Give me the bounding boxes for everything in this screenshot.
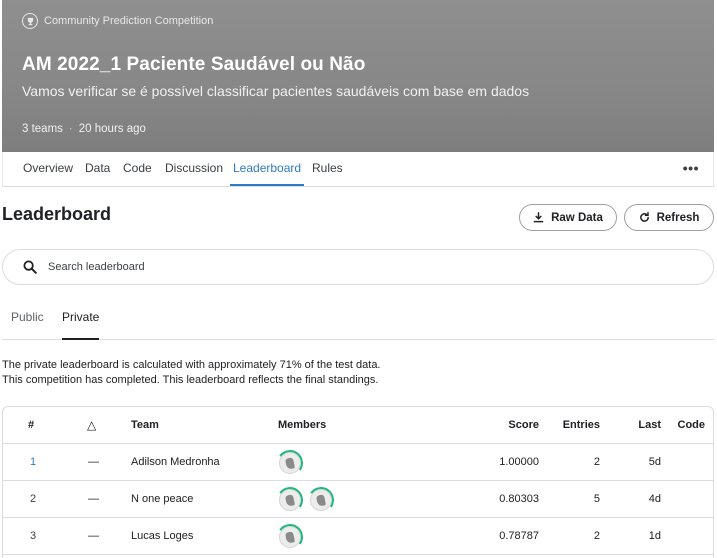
- tab-leaderboard[interactable]: Leaderboard: [230, 152, 305, 186]
- row-delta: —: [88, 456, 99, 468]
- leaderboard-scope-tabs: Public Private: [2, 304, 714, 340]
- row-rank: 3: [30, 530, 37, 542]
- competition-header: Community Prediction Competition AM 2022…: [2, 0, 714, 152]
- table-row[interactable]: 3 — Lucas Loges 0.78787 2 1d: [3, 518, 713, 555]
- header-last[interactable]: Last: [638, 407, 661, 444]
- page-title: Leaderboard: [2, 204, 112, 224]
- row-rank: 1: [30, 456, 37, 468]
- competition-title: AM 2022_1 Paciente Saudável ou Não: [22, 54, 366, 75]
- raw-data-button[interactable]: Raw Data: [519, 204, 617, 231]
- leaderboard-note: The private leaderboard is calculated wi…: [2, 358, 381, 388]
- tab-public[interactable]: Public: [11, 310, 44, 340]
- note-line-1: The private leaderboard is calculated wi…: [2, 359, 381, 371]
- header-score[interactable]: Score: [508, 407, 539, 444]
- row-score: 0.78787: [499, 530, 539, 542]
- row-score: 0.80303: [499, 493, 539, 505]
- competition-type-label: Community Prediction Competition: [44, 15, 214, 27]
- row-last: 1d: [648, 530, 661, 542]
- row-team[interactable]: N one peace: [131, 481, 193, 518]
- row-entries: 5: [593, 493, 600, 505]
- row-delta: —: [88, 530, 99, 542]
- competition-tabs: Overview Data Code Discussion Leaderboar…: [2, 152, 714, 187]
- header-team[interactable]: Team: [131, 407, 159, 444]
- row-delta: —: [88, 493, 99, 505]
- header-entries[interactable]: Entries: [563, 407, 600, 444]
- tab-code[interactable]: Code: [123, 152, 152, 186]
- header-rank: #: [28, 419, 35, 431]
- more-options-icon[interactable]: •••: [683, 152, 699, 184]
- search-input[interactable]: [48, 258, 688, 276]
- competition-time: 20 hours ago: [78, 123, 146, 135]
- tab-data[interactable]: Data: [85, 152, 110, 186]
- delta-icon: △: [87, 418, 97, 432]
- table-header: # △ Team Members Score Entries Last Code: [3, 407, 713, 444]
- refresh-button[interactable]: Refresh: [624, 204, 714, 231]
- avatar[interactable]: [310, 489, 332, 511]
- row-team[interactable]: Lucas Loges: [131, 518, 193, 555]
- avatar[interactable]: [279, 452, 301, 474]
- header-members: Members: [278, 419, 327, 431]
- row-score: 1.00000: [499, 456, 539, 468]
- raw-data-label: Raw Data: [551, 211, 603, 224]
- tab-private[interactable]: Private: [62, 310, 100, 340]
- trophy-icon: [22, 13, 38, 29]
- header-code: Code: [677, 419, 706, 431]
- table-row[interactable]: 2 — N one peace 0.80303 5 4d: [3, 481, 713, 518]
- row-last: 4d: [648, 493, 661, 505]
- refresh-icon: [639, 212, 649, 222]
- tab-overview[interactable]: Overview: [23, 152, 73, 186]
- download-icon: [533, 212, 544, 223]
- row-last: 5d: [648, 456, 661, 468]
- search-icon: [23, 260, 37, 274]
- leaderboard-table: # △ Team Members Score Entries Last Code…: [2, 406, 714, 558]
- avatar[interactable]: [279, 526, 301, 548]
- competition-subtitle: Vamos verificar se é possível classifica…: [22, 83, 530, 99]
- tab-rules[interactable]: Rules: [312, 152, 343, 186]
- row-team[interactable]: Adilson Medronha: [131, 444, 220, 481]
- row-entries: 2: [593, 530, 600, 542]
- note-line-2: This competition has completed. This lea…: [2, 374, 379, 386]
- competition-type: Community Prediction Competition: [22, 13, 213, 29]
- avatar[interactable]: [279, 489, 301, 511]
- row-entries: 2: [593, 456, 600, 468]
- competition-meta: 3 teams · 20 hours ago: [22, 123, 146, 135]
- tab-discussion[interactable]: Discussion: [165, 152, 223, 186]
- meta-separator: ·: [68, 123, 73, 135]
- team-count: 3 teams: [22, 123, 63, 135]
- row-rank: 2: [30, 493, 37, 505]
- leaderboard-search[interactable]: [2, 249, 714, 285]
- refresh-label: Refresh: [656, 211, 700, 224]
- table-row[interactable]: 1 — Adilson Medronha 1.00000 2 5d: [3, 444, 713, 481]
